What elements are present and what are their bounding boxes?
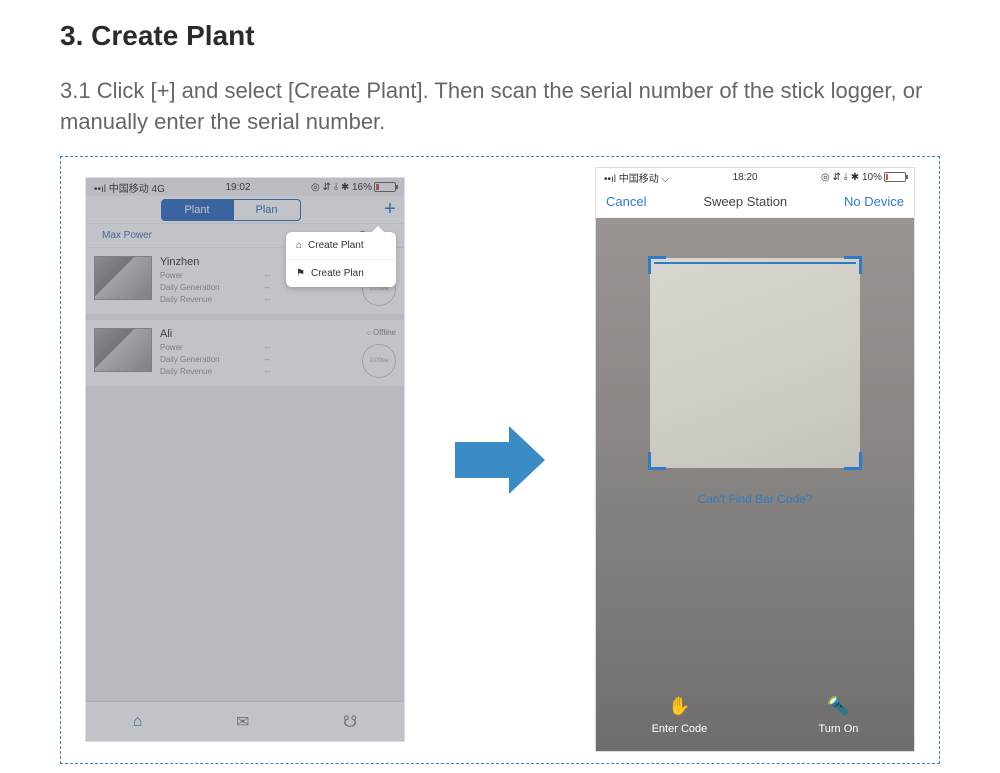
flashlight-button[interactable]: 🔦 Turn On xyxy=(818,696,858,735)
clock: 19:02 xyxy=(225,182,250,193)
status-offline: Offline xyxy=(367,328,396,337)
bottom-nav: ⌂ ✉ ☋ xyxy=(86,701,404,741)
arrow-icon xyxy=(455,426,545,494)
figure-container: ••ıl 中国移动 4G 19:02 ◎ ⇵ ⫰ ✱ 16% Plant Pla… xyxy=(60,156,940,764)
camera-view: Can't Find Bar Code? ✋ Enter Code 🔦 Turn… xyxy=(596,218,914,751)
power-gauge: 0.00kw xyxy=(362,344,396,378)
plant-name: Ali xyxy=(160,328,354,340)
scan-line xyxy=(654,262,856,264)
status-bar: ••ıl 中国移动 ⌵ 18:20 ◎ ⇵ ⫰ ✱ 10% xyxy=(596,168,914,186)
menu-create-plant[interactable]: ⌂ Create Plant xyxy=(286,232,396,259)
filter-max-power[interactable]: Max Power xyxy=(102,230,152,241)
instruction-text: 3.1 Click [+] and select [Create Plant].… xyxy=(60,76,940,138)
battery-area: ◎ ⇵ ⫰ ✱ 10% xyxy=(821,172,906,183)
add-dropdown-menu: ⌂ Create Plant ⚑ Create Plan xyxy=(286,232,396,287)
plant-thumbnail xyxy=(94,328,152,372)
phone-screenshot-plant-list: ••ıl 中国移动 4G 19:02 ◎ ⇵ ⫰ ✱ 16% Plant Pla… xyxy=(85,177,405,742)
menu-create-plan[interactable]: ⚑ Create Plan xyxy=(286,259,396,287)
section-heading: 3. Create Plant xyxy=(60,20,940,52)
battery-area: ◎ ⇵ ⫰ ✱ 16% xyxy=(311,182,396,193)
add-button[interactable]: + xyxy=(376,198,404,221)
tab-plan[interactable]: Plan xyxy=(233,199,301,221)
hand-icon: ✋ xyxy=(668,696,690,717)
scan-help-link[interactable]: Can't Find Bar Code? xyxy=(697,492,812,506)
flag-icon: ⚑ xyxy=(296,268,305,279)
tab-plant[interactable]: Plant xyxy=(161,199,232,221)
cancel-button[interactable]: Cancel xyxy=(606,194,646,209)
plant-icon: ⌂ xyxy=(296,240,302,251)
plant-card[interactable]: Ali Power-- Daily Generation-- Daily Rev… xyxy=(86,320,404,386)
plant-thumbnail xyxy=(94,256,152,300)
enter-code-button[interactable]: ✋ Enter Code xyxy=(652,696,708,735)
carrier: ••ıl 中国移动 4G xyxy=(94,180,165,195)
flashlight-icon: 🔦 xyxy=(827,696,849,717)
messages-icon[interactable]: ✉ xyxy=(236,712,249,732)
no-device-button[interactable]: No Device xyxy=(844,194,904,209)
page-title: Sweep Station xyxy=(703,194,787,209)
scan-frame xyxy=(650,258,860,468)
carrier: ••ıl 中国移动 ⌵ xyxy=(604,170,669,185)
profile-icon[interactable]: ☋ xyxy=(343,712,357,732)
phone-screenshot-scan: ••ıl 中国移动 ⌵ 18:20 ◎ ⇵ ⫰ ✱ 10% Cancel Swe… xyxy=(595,167,915,752)
home-icon[interactable]: ⌂ xyxy=(133,713,143,731)
plant-list: Yinzhen Power-- Daily Generation-- Daily… xyxy=(86,248,404,701)
status-bar: ••ıl 中国移动 4G 19:02 ◎ ⇵ ⫰ ✱ 16% xyxy=(86,178,404,196)
top-tabs: Plant Plan + xyxy=(86,196,404,224)
clock: 18:20 xyxy=(733,172,758,183)
scan-header: Cancel Sweep Station No Device xyxy=(596,186,914,218)
